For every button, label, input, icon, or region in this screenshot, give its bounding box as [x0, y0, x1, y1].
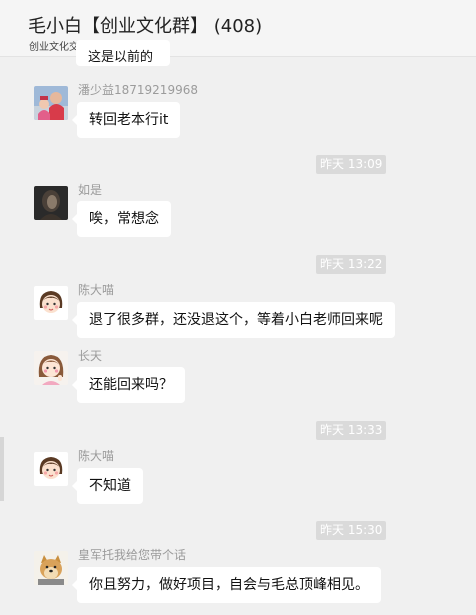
sender-name: 潘少益18719219968 — [78, 83, 198, 97]
timestamp: 昨天 13:22 — [316, 255, 387, 274]
sender-name: 陈大喵 — [78, 449, 115, 463]
group-title[interactable]: 毛小白【创业文化群】 (408) — [28, 12, 262, 38]
timestamp: 昨天 15:30 — [316, 521, 387, 540]
message-bubble[interactable]: 唉，常想念 — [72, 201, 171, 237]
dark-portrait-avatar[interactable] — [34, 186, 68, 220]
message-bubble[interactable]: 退了很多群，还没退这个，等着小白老师回来呢 — [72, 302, 395, 338]
timestamp: 昨天 13:09 — [316, 155, 387, 174]
chat-window: 毛小白【创业文化群】 (408) 创业文化交流①群 这是以前的 潘少益18719… — [0, 0, 476, 615]
sender-name: 皇军托我给您带个话 — [78, 548, 187, 562]
cartoon-girl-pink-avatar[interactable] — [34, 351, 68, 385]
sender-name: 长天 — [78, 349, 103, 363]
family-photo-avatar[interactable] — [34, 86, 68, 120]
scrollbar-thumb[interactable] — [0, 437, 4, 501]
sender-name: 陈大喵 — [78, 283, 115, 297]
message-bubble[interactable]: 还能回来吗？ — [72, 367, 185, 403]
doge-avatar[interactable] — [34, 551, 68, 585]
timestamp: 昨天 13:33 — [316, 421, 387, 440]
sender-name: 如是 — [78, 183, 103, 197]
message-bubble[interactable]: 不知道 — [72, 468, 143, 504]
cartoon-girl-avatar[interactable] — [34, 286, 68, 320]
partial-message-text: 这是以前的 — [88, 50, 154, 65]
message-bubble[interactable]: 转回老本行it — [71, 102, 181, 138]
cartoon-girl-avatar[interactable] — [34, 452, 68, 486]
chat-header: 毛小白【创业文化群】 (408) 创业文化交流①群 — [0, 0, 476, 57]
partial-message-bubble[interactable]: 这是以前的 — [76, 40, 170, 66]
message-bubble[interactable]: 你且努力，做好项目，自会与毛总顶峰相见。 — [72, 567, 381, 603]
